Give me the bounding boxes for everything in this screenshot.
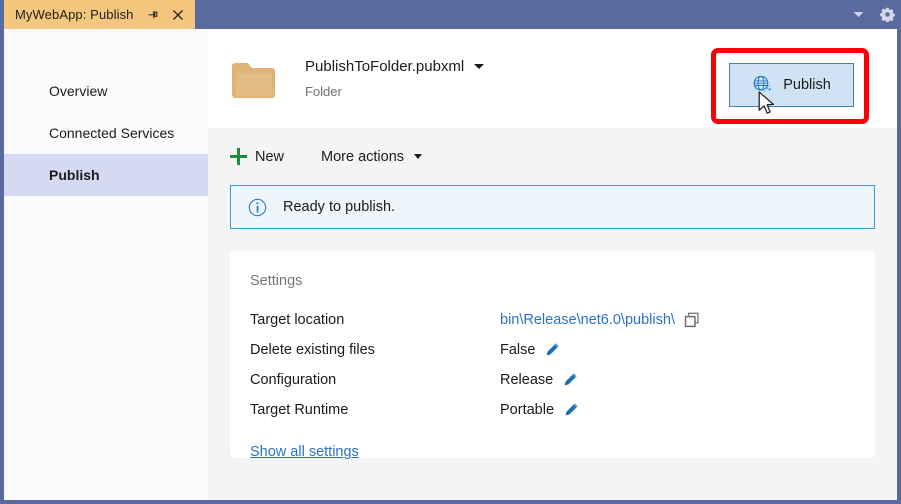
sidebar-item-connected-services[interactable]: Connected Services (4, 112, 208, 154)
new-button-label: New (255, 148, 285, 165)
setting-label-target-location: Target location (250, 312, 345, 328)
configuration-value: Release (500, 372, 554, 388)
setting-label-delete-existing-files: Delete existing files (250, 342, 375, 358)
new-profile-button[interactable]: New (230, 148, 284, 165)
chevron-down-icon[interactable] (474, 64, 485, 69)
settings-card: Settings Target location bin\Release\net… (230, 251, 875, 460)
profile-info: PublishToFolder.pubxml Folder (305, 58, 485, 99)
publish-window: MyWebApp: Publish Overview Connected Ser… (0, 0, 901, 504)
target-location-link[interactable]: bin\Release\net6.0\publish\ (500, 312, 675, 328)
status-banner: Ready to publish. (230, 185, 875, 229)
profile-subtitle: Folder (305, 84, 342, 99)
folder-icon (230, 56, 278, 104)
setting-value-target-runtime: Portable (500, 395, 875, 425)
settings-title: Settings (250, 273, 303, 289)
setting-value-configuration: Release (500, 365, 875, 395)
pencil-icon[interactable] (544, 342, 560, 358)
publish-profile-header: PublishToFolder.pubxml Folder Publish (208, 29, 897, 128)
content-area: PublishToFolder.pubxml Folder Publish Ne… (208, 29, 897, 500)
document-tab-publish[interactable]: MyWebApp: Publish (4, 0, 195, 29)
profile-selector[interactable]: PublishToFolder.pubxml (305, 58, 485, 75)
delete-existing-files-value: False (500, 342, 536, 358)
publish-button-label: Publish (783, 77, 831, 93)
status-banner-text: Ready to publish. (283, 199, 396, 215)
sidebar-item-publish[interactable]: Publish (4, 154, 208, 196)
pin-icon[interactable] (145, 7, 160, 22)
sidebar-item-label: Overview (49, 83, 108, 99)
copy-icon[interactable] (684, 312, 700, 328)
settings-list: Target location bin\Release\net6.0\publi… (250, 305, 875, 425)
chevron-down-icon (414, 154, 423, 159)
title-bar: MyWebApp: Publish (0, 0, 901, 29)
setting-value-delete-existing-files: False (500, 335, 875, 365)
setting-label-configuration: Configuration (250, 372, 337, 388)
target-runtime-value: Portable (500, 402, 555, 418)
setting-label-target-runtime: Target Runtime (250, 402, 349, 418)
titlebar-actions (850, 0, 895, 29)
more-actions-button[interactable]: More actions (321, 148, 423, 165)
actions-toolbar: New More actions (208, 128, 897, 185)
sidebar-item-label: Publish (49, 167, 100, 183)
info-circle-icon (248, 198, 267, 216)
publish-globe-icon (753, 75, 772, 92)
pencil-icon[interactable] (563, 402, 579, 418)
pencil-icon[interactable] (562, 372, 578, 388)
document-tab-title: MyWebApp: Publish (15, 7, 134, 22)
sidebar: Overview Connected Services Publish (4, 29, 208, 500)
sidebar-item-label: Connected Services (49, 125, 175, 141)
chevron-down-icon[interactable] (850, 7, 866, 23)
window-body: Overview Connected Services Publish Publ… (4, 29, 897, 500)
profile-name: PublishToFolder.pubxml (305, 58, 465, 75)
more-actions-label: More actions (321, 148, 405, 165)
setting-value-target-location: bin\Release\net6.0\publish\ (500, 305, 875, 335)
gear-icon[interactable] (879, 7, 895, 23)
plus-icon (230, 148, 247, 165)
publish-button[interactable]: Publish (729, 63, 854, 107)
close-icon[interactable] (171, 7, 186, 22)
sidebar-item-overview[interactable]: Overview (4, 70, 208, 112)
show-all-settings-link[interactable]: Show all settings (250, 444, 359, 460)
